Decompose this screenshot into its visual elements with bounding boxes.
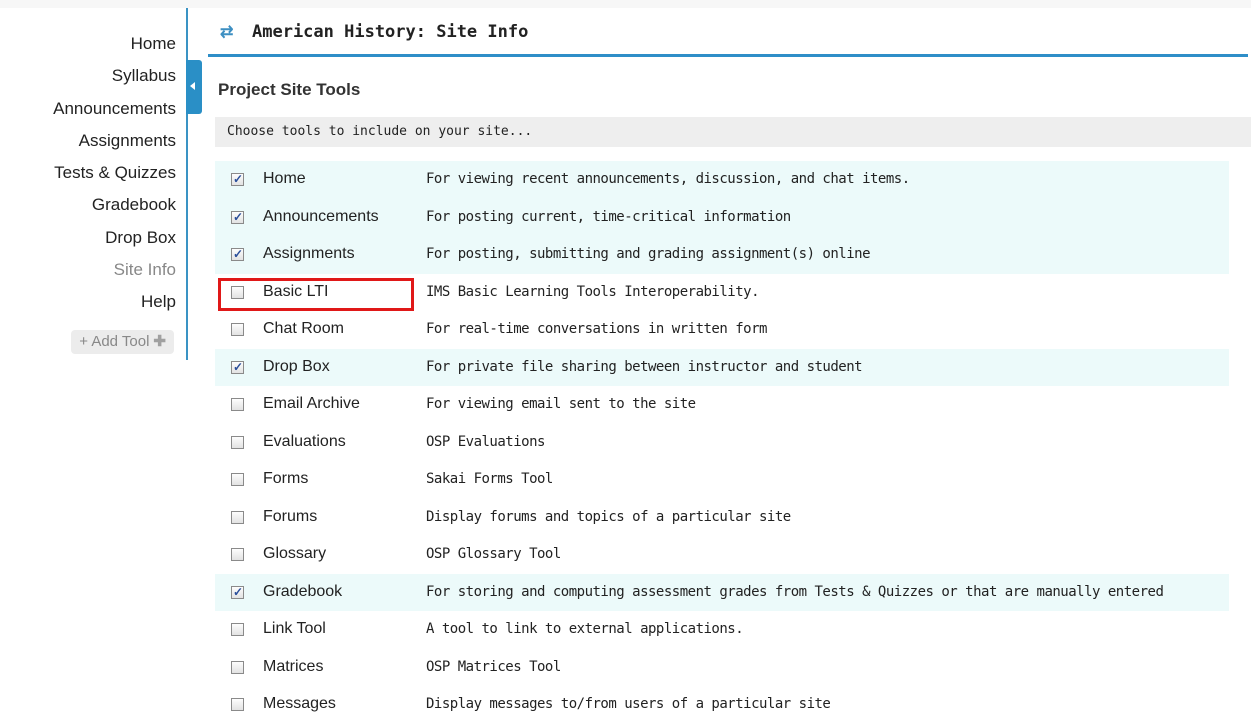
tool-checkbox[interactable]	[231, 323, 244, 336]
tool-name: Drop Box	[263, 357, 330, 375]
tool-checkbox[interactable]	[231, 548, 244, 561]
tool-checkbox[interactable]	[231, 698, 244, 711]
tool-row: ✓ Assignments For posting, submitting and …	[215, 236, 1229, 274]
tool-name: Announcements	[263, 207, 379, 225]
check-icon: ✓	[233, 584, 244, 599]
tool-name: Assignments	[263, 245, 355, 262]
sidebar-item-help[interactable]: Help	[53, 290, 176, 322]
tool-row: Messages Display messages to/from users o…	[215, 686, 1229, 724]
tool-row: Email Archive For viewing email sent to t…	[215, 386, 1229, 424]
tool-row: ✓ Announcements For posting current, time-…	[215, 198, 1229, 236]
tool-row: Matrices OSP Matrices Tool	[215, 649, 1229, 687]
tool-description: OSP Matrices Tool	[426, 658, 561, 675]
sidebar-item-drop-box[interactable]: Drop Box	[53, 226, 176, 258]
instruction-text: Choose tools to include on your site...	[227, 124, 533, 139]
tool-name: Home	[263, 170, 306, 187]
tool-row: ✓ Home For viewing recent announcements, d…	[215, 161, 1229, 199]
title-bar: ⇄ American History: Site Info	[208, 8, 1248, 57]
check-icon: ✓	[233, 209, 244, 224]
tool-checkbox[interactable]: ✓	[231, 247, 244, 261]
tool-row: Forms Sakai Forms Tool	[215, 461, 1229, 499]
tool-checkbox[interactable]: ✓	[231, 584, 244, 599]
collapse-arrow-icon	[190, 82, 195, 90]
tool-row: ✓ Drop Box For private file sharing betwee…	[215, 348, 1229, 386]
tool-description: Display forums and topics of a particula…	[426, 508, 791, 525]
tool-name: Glossary	[263, 545, 327, 562]
tool-description: OSP Glossary Tool	[426, 546, 561, 562]
tool-description: For posting, submitting and grading assi…	[426, 246, 871, 262]
tool-description: For storing and computing assessment gra…	[426, 583, 1164, 600]
tool-description: Sakai Forms Tool	[426, 471, 553, 487]
sidebar-item-gradebook[interactable]: Gradebook	[53, 193, 176, 225]
sidebar-item-home[interactable]: Home	[53, 32, 176, 64]
collapse-sidebar-button[interactable]	[186, 60, 202, 114]
sidebar-item-announcements[interactable]: Announcements	[53, 97, 176, 129]
tool-row: Link Tool A tool to link to external appl…	[215, 611, 1229, 649]
sidebar-item-site-info: Site Info	[113, 260, 176, 280]
add-tool-label: + Add Tool	[79, 333, 150, 350]
tool-checkbox[interactable]: ✓	[231, 209, 244, 224]
tool-checkbox[interactable]	[231, 285, 244, 299]
tool-checkbox[interactable]: ✓	[231, 172, 244, 186]
instruction-bar: Choose tools to include on your site...	[215, 117, 1251, 147]
sidebar-item-assignments[interactable]: Assignments	[53, 129, 176, 161]
tool-description: For viewing email sent to the site	[426, 396, 696, 412]
sidebar-item-syllabus[interactable]: Syllabus	[53, 64, 176, 96]
check-icon: ✓	[233, 359, 244, 374]
top-strip	[0, 0, 1251, 8]
section-title: Project Site Tools	[218, 80, 361, 99]
tool-name: Chat Room	[263, 320, 344, 337]
tool-row: ✓ Gradebook For storing and computing asse…	[215, 573, 1229, 611]
refresh-icon[interactable]: ⇄	[220, 22, 233, 42]
sidebar-item-tests-quizzes[interactable]: Tests & Quizzes	[53, 161, 176, 193]
tool-name: Forms	[263, 470, 309, 487]
tool-checkbox[interactable]	[231, 660, 244, 674]
tool-name: Email Archive	[263, 395, 360, 412]
check-icon: ✓	[233, 172, 244, 186]
tool-description: For posting current, time-critical infor…	[426, 208, 791, 225]
sidebar: Home Syllabus Announcements Assignments …	[0, 8, 186, 721]
tool-name: Forums	[263, 507, 318, 525]
main-content: ⇄ American History: Site Info Project Si…	[206, 8, 1251, 721]
tool-description: OSP Evaluations	[426, 433, 545, 450]
tool-name: Gradebook	[263, 582, 343, 600]
tool-description: For real-time conversations in written f…	[426, 321, 767, 337]
tool-row: Chat Room For real-time conversations in …	[215, 311, 1229, 349]
tool-name: Matrices	[263, 657, 324, 675]
tool-row: Basic LTI IMS Basic Learning Tools Intero…	[215, 274, 1229, 312]
tool-description: Display messages to/from users of a part…	[426, 696, 831, 712]
tool-checkbox[interactable]	[231, 510, 244, 524]
tool-checkbox[interactable]	[231, 623, 244, 636]
plus-icon: ✚	[153, 333, 166, 350]
tool-row: Glossary OSP Glossary Tool	[215, 536, 1229, 574]
tool-row: Evaluations OSP Evaluations	[215, 424, 1229, 462]
tool-name: Basic LTI	[263, 282, 329, 300]
tool-list: ✓ Home For viewing recent announcements, d…	[215, 161, 1229, 724]
check-icon: ✓	[233, 247, 244, 261]
tool-description: For viewing recent announcements, discus…	[426, 171, 910, 187]
tool-checkbox[interactable]	[231, 473, 244, 486]
tool-row: Forums Display forums and topics of a par…	[215, 499, 1229, 537]
tool-description: IMS Basic Learning Tools Interoperabilit…	[426, 283, 760, 300]
sidebar-nav: Home Syllabus Announcements Assignments …	[53, 32, 176, 323]
tool-description: A tool to link to external applications.	[426, 621, 744, 637]
tool-name: Link Tool	[263, 620, 326, 637]
tool-name: Evaluations	[263, 432, 346, 450]
tool-description: For private file sharing between instruc…	[426, 358, 863, 375]
page-title: American History: Site Info	[252, 22, 529, 42]
tool-name: Messages	[263, 695, 336, 712]
tool-checkbox[interactable]	[231, 435, 244, 449]
tool-checkbox[interactable]	[231, 398, 244, 411]
add-tool-button[interactable]: + Add Tool ✚	[71, 330, 174, 354]
tool-checkbox[interactable]: ✓	[231, 359, 244, 374]
